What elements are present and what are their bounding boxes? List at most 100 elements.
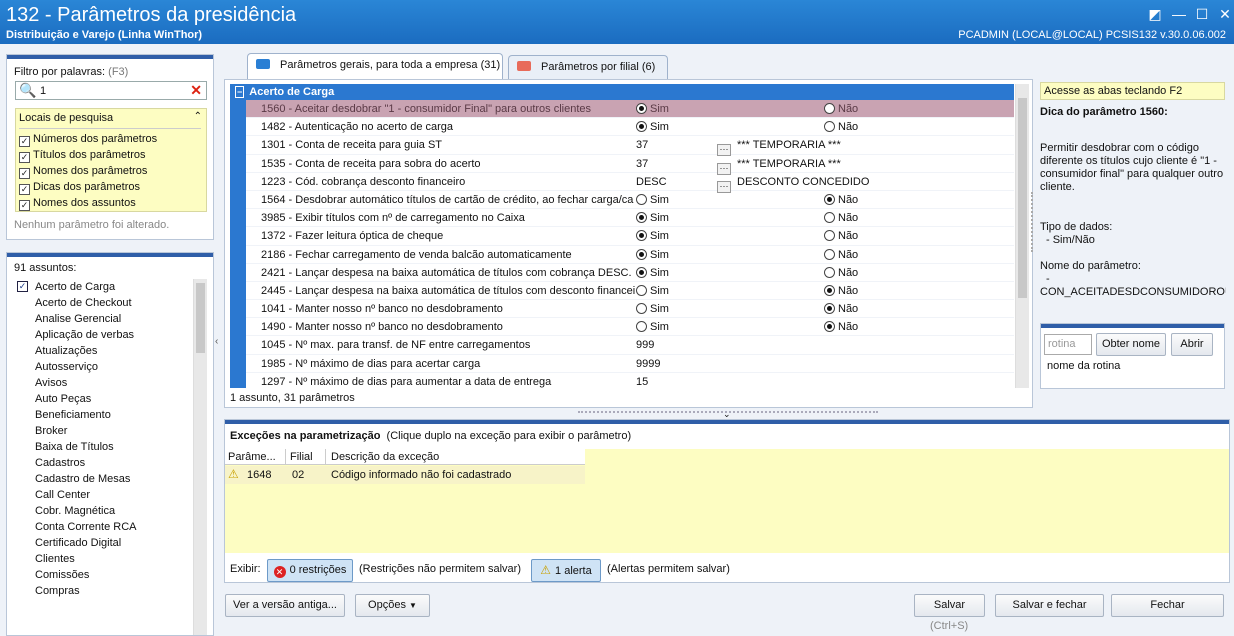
subject-item[interactable]: Autosserviço <box>15 359 191 375</box>
parameter-row[interactable]: 1560 - Aceitar desdobrar "1 - consumidor… <box>246 100 1014 119</box>
subject-item[interactable]: Certificado Digital <box>15 535 191 551</box>
parameter-value[interactable]: 9999 <box>636 355 660 373</box>
group-header[interactable]: − Acerto de Carga <box>230 84 1014 100</box>
collapse-icon[interactable]: ⌃ <box>194 111 202 122</box>
radio-sim[interactable]: Sim <box>636 118 669 136</box>
radio-nao[interactable]: Não <box>824 282 858 300</box>
column-filial[interactable]: Filial <box>290 451 313 463</box>
parameter-value[interactable]: 37 <box>636 136 648 154</box>
parameter-row[interactable]: 2421 - Lançar despesa na baixa automátic… <box>246 264 1014 282</box>
tab-general[interactable]: Parâmetros gerais, para toda a empresa (… <box>247 53 503 79</box>
subject-item[interactable]: Call Center <box>15 487 191 503</box>
parameter-row[interactable]: 1372 - Fazer leitura óptica de cheque Sim… <box>246 227 1014 246</box>
parameter-row[interactable]: 1564 - Desdobrar automático títulos de c… <box>246 191 1014 210</box>
subject-item[interactable]: Auto Peças <box>15 391 191 407</box>
parameter-value[interactable]: 15 <box>636 373 648 388</box>
radio-sim[interactable]: Sim <box>636 300 669 318</box>
edit-window-icon[interactable]: ◩ <box>1146 6 1164 22</box>
column-param[interactable]: Parâme... <box>228 451 276 463</box>
close-button[interactable]: ✕ <box>1216 6 1234 22</box>
radio-sim[interactable]: Sim <box>636 209 669 227</box>
option-param-titles[interactable]: ✓ Títulos dos parâmetros <box>19 149 146 163</box>
parameter-row[interactable]: 1482 - Autenticação no acerto de carga Si… <box>246 118 1014 137</box>
radio-sim[interactable]: Sim <box>636 227 669 245</box>
subject-item[interactable]: Comissões <box>15 567 191 583</box>
subject-item[interactable]: Acerto de Checkout <box>15 295 191 311</box>
radio-sim[interactable]: Sim <box>636 191 669 209</box>
radio-sim[interactable]: Sim <box>636 246 669 264</box>
x-icon[interactable]: ✕ <box>190 82 202 99</box>
parameter-row[interactable]: 1041 - Manter nosso nº banco no desdobra… <box>246 300 1014 319</box>
subject-item[interactable]: Cobr. Magnética <box>15 503 191 519</box>
column-description[interactable]: Descrição da exceção <box>331 451 439 463</box>
subject-item[interactable]: Broker <box>15 423 191 439</box>
parameter-row[interactable]: 1985 - Nº máximo de dias para acertar ca… <box>246 355 1014 373</box>
radio-sim[interactable]: Sim <box>636 264 669 282</box>
radio-nao[interactable]: Não <box>824 191 858 209</box>
get-name-button[interactable]: Obter nome <box>1096 333 1166 356</box>
save-button[interactable]: Salvar <box>914 594 985 617</box>
radio-nao[interactable]: Não <box>824 246 858 264</box>
parameter-value[interactable]: 37 <box>636 155 648 173</box>
chevron-left-icon[interactable]: ‹ <box>215 336 223 350</box>
parameter-row[interactable]: 1490 - Manter nosso nº banco no desdobra… <box>246 318 1014 337</box>
parameter-row[interactable]: 1223 - Cód. cobrança desconto financeiro… <box>246 173 1014 193</box>
subject-item[interactable]: ✓ Acerto de Carga <box>15 279 191 295</box>
splitter-handle[interactable] <box>1031 192 1039 252</box>
save-close-button[interactable]: Salvar e fechar <box>995 594 1104 617</box>
subject-item[interactable]: Baixa de Títulos <box>15 439 191 455</box>
parameter-row[interactable]: 1301 - Conta de receita para guia ST 37 ··… <box>246 136 1014 157</box>
subject-item[interactable]: Cadastros <box>15 455 191 471</box>
radio-nao[interactable]: Não <box>824 300 858 318</box>
radio-nao[interactable]: Não <box>824 227 858 245</box>
tab-branch[interactable]: Parâmetros por filial (6) <box>508 55 668 79</box>
subject-item[interactable]: Compras <box>15 583 191 599</box>
parameter-row[interactable]: 2186 - Fechar carregamento de venda balc… <box>246 246 1014 264</box>
subjects-scrollbar[interactable] <box>193 279 207 635</box>
table-row[interactable]: ⚠ 1648 02 Código informado não foi cadas… <box>225 466 585 484</box>
subjects-list[interactable]: ✓ Acerto de Carga Acerto de Checkout Anal… <box>15 279 191 635</box>
subject-item[interactable]: Beneficiamento <box>15 407 191 423</box>
option-subject-names[interactable]: ✓ Nomes dos assuntos <box>19 197 136 211</box>
subject-item[interactable]: Avisos <box>15 375 191 391</box>
parameter-name: 1564 - Desdobrar automático títulos de c… <box>261 193 634 206</box>
window-title: 132 - Parâmetros da presidência <box>6 4 297 26</box>
option-param-tips[interactable]: ✓ Dicas dos parâmetros <box>19 181 140 195</box>
old-version-button[interactable]: Ver a versão antiga... <box>225 594 345 617</box>
parameter-row[interactable]: 2445 - Lançar despesa na baixa automátic… <box>246 282 1014 301</box>
options-button[interactable]: Opções ▼ <box>355 594 430 617</box>
grid-scrollbar[interactable] <box>1015 84 1029 388</box>
subject-item[interactable]: Conta Corrente RCA <box>15 519 191 535</box>
radio-icon <box>824 121 835 133</box>
restrictions-button[interactable]: ✕ 0 restrições <box>267 559 353 582</box>
parameter-row[interactable]: 1297 - Nº máximo de dias para aumentar a… <box>246 373 1014 388</box>
radio-sim[interactable]: Sim <box>636 318 669 336</box>
open-button[interactable]: Abrir <box>1171 333 1213 356</box>
parameter-row[interactable]: 3985 - Exibir títulos com nº de carregam… <box>246 209 1014 228</box>
parameter-value[interactable]: DESC <box>636 173 667 191</box>
radio-sim[interactable]: Sim <box>636 100 669 118</box>
radio-sim[interactable]: Sim <box>636 282 669 300</box>
option-param-numbers[interactable]: ✓ Números dos parâmetros <box>19 133 157 147</box>
routine-input[interactable]: rotina <box>1044 334 1092 355</box>
parameter-row[interactable]: 1045 - Nº max. para transf. de NF entre … <box>246 336 1014 355</box>
radio-nao[interactable]: Não <box>824 209 858 227</box>
radio-nao[interactable]: Não <box>824 318 858 336</box>
close-window-button[interactable]: Fechar <box>1111 594 1224 617</box>
minimize-button[interactable]: — <box>1170 6 1188 22</box>
maximize-button[interactable]: ☐ <box>1193 6 1211 22</box>
radio-nao[interactable]: Não <box>824 264 858 282</box>
radio-nao[interactable]: Não <box>824 118 858 136</box>
subject-item[interactable]: Analise Gerencial <box>15 311 191 327</box>
subject-item[interactable]: Clientes <box>15 551 191 567</box>
subject-item[interactable]: Atualizações <box>15 343 191 359</box>
subject-item[interactable]: Cadastro de Mesas <box>15 471 191 487</box>
parameter-value[interactable]: 999 <box>636 336 654 354</box>
option-param-names[interactable]: ✓ Nomes dos parâmetros <box>19 165 147 179</box>
radio-nao[interactable]: Não <box>824 100 858 118</box>
parameter-name: 2445 - Lançar despesa na baixa automátic… <box>261 284 636 297</box>
subject-item[interactable]: Aplicação de verbas <box>15 327 191 343</box>
alerts-button[interactable]: ⚠ 1 alerta <box>531 559 601 582</box>
parameter-row[interactable]: 1535 - Conta de receita para sobra do ac… <box>246 155 1014 175</box>
filter-input[interactable]: 🔍 1 ✕ <box>15 81 207 100</box>
